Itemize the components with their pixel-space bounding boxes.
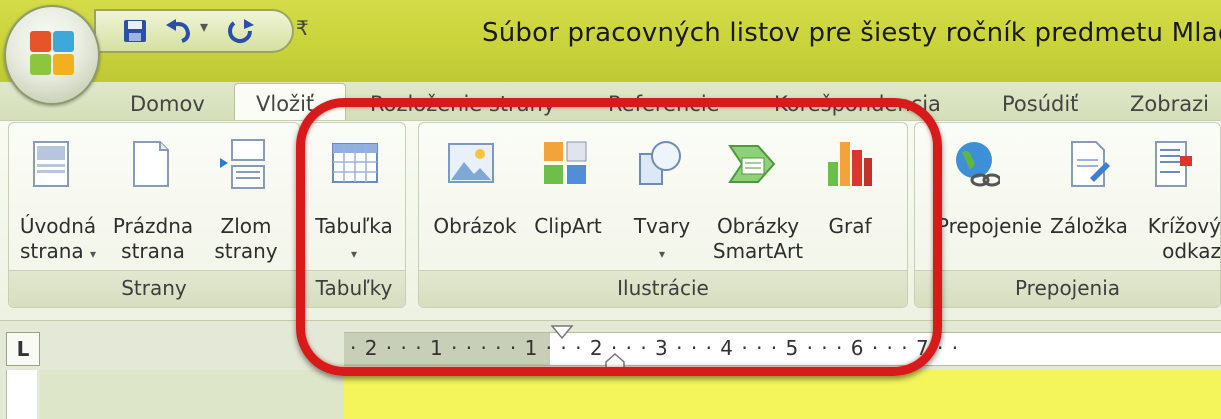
cross-reference-button[interactable]: Krížový odkaz: [1136, 214, 1221, 264]
undo-dropdown-arrow[interactable]: ▾: [200, 17, 208, 36]
cover-page-dropdown[interactable]: ▾: [90, 247, 96, 261]
hyperlink-label: Prepojenie: [936, 214, 1042, 238]
cover-page-button[interactable]: Úvodná strana ▾: [8, 214, 108, 267]
save-icon[interactable]: [118, 15, 152, 47]
office-button[interactable]: [4, 5, 100, 105]
undo-icon[interactable]: [162, 15, 196, 47]
cover-page-label-1: Úvodná: [19, 214, 97, 238]
blank-page-icon: [133, 141, 169, 187]
bookmark-icon: [1071, 141, 1110, 187]
cross-reference-label-2: odkaz: [1162, 239, 1221, 263]
page-break-button[interactable]: Zlom strany: [206, 214, 286, 264]
blank-page-label-2: strana: [121, 239, 185, 263]
cross-reference-label-1: Krížový: [1147, 214, 1221, 238]
quick-access-toolbar: ▾: [94, 9, 294, 53]
page-break-icon: [220, 139, 265, 189]
blank-page-button[interactable]: Prázdna strana: [108, 214, 198, 264]
blank-page-label-1: Prázdna: [112, 214, 194, 238]
hyperlink-icon: [956, 142, 1000, 187]
page-break-label-1: Zlom: [220, 214, 272, 238]
document-margin-area: [40, 370, 344, 419]
customize-toolbar-icon[interactable]: ₹: [296, 16, 309, 40]
redo-icon[interactable]: [224, 15, 258, 47]
cross-reference-icon: [1155, 141, 1192, 187]
bookmark-label: Záložka: [1050, 214, 1128, 238]
document-page[interactable]: [344, 370, 1221, 419]
bookmark-button[interactable]: Záložka: [1044, 214, 1134, 239]
cover-page-icon: [33, 141, 69, 187]
cover-page-label-2: strana: [19, 239, 84, 263]
page-break-label-2: strany: [214, 239, 278, 263]
highlight-annotation: [296, 98, 942, 376]
window-title: Súbor pracovných listov pre šiesty roční…: [482, 18, 1221, 48]
vertical-ruler[interactable]: [6, 370, 37, 419]
group-pages-title: Strany: [9, 270, 299, 307]
group-links-title: Prepojenia: [915, 270, 1220, 307]
tab-selector[interactable]: L: [6, 332, 40, 366]
office-logo-icon: [30, 31, 74, 75]
